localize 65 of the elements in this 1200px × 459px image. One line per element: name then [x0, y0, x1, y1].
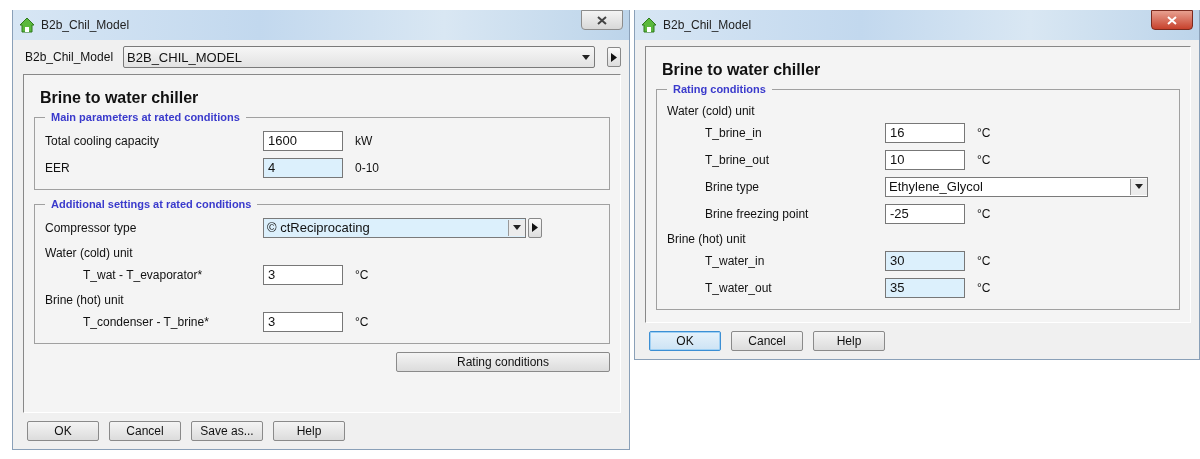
field-label: Total cooling capacity [45, 133, 161, 148]
input-field[interactable]: 35 [885, 277, 965, 298]
dialog-button[interactable]: Help [813, 331, 885, 351]
unit-label: kW [355, 133, 373, 148]
dialog-button[interactable]: Help [273, 421, 345, 441]
input-field[interactable]: 1600 [263, 130, 343, 151]
close-icon [597, 15, 607, 25]
close-button[interactable] [1151, 10, 1193, 30]
unit-label: °C [977, 253, 991, 268]
arrow-button[interactable] [607, 47, 621, 67]
input-field[interactable]: 16 [885, 122, 965, 143]
section-label: Water (cold) unit [667, 103, 756, 119]
dialog-heading: Brine to water chiller [662, 61, 822, 79]
input-field[interactable]: 3 [263, 264, 343, 285]
input-field[interactable]: 30 [885, 250, 965, 271]
field-label: T_brine_out [705, 152, 771, 167]
field-label: Brine freezing point [705, 206, 810, 221]
input-field[interactable]: -25 [885, 203, 965, 224]
input-field[interactable]: 4 [263, 157, 343, 178]
field-label: Brine type [705, 179, 761, 194]
play-icon [611, 52, 617, 62]
input-field[interactable]: 3 [263, 311, 343, 332]
model-dropdown[interactable]: B2B_CHIL_MODEL [123, 46, 595, 68]
field-label: EER [45, 160, 71, 175]
caret-icon [1135, 184, 1143, 189]
unit-label: °C [355, 267, 369, 282]
field-label: Compressor type [45, 220, 138, 235]
dialog-heading: Brine to water chiller [40, 89, 200, 107]
close-button[interactable] [581, 10, 623, 30]
dropdown[interactable]: © ctReciprocating [263, 217, 526, 238]
dialog-button[interactable]: OK [649, 331, 721, 351]
unit-label: °C [977, 206, 991, 221]
close-icon [1167, 15, 1177, 25]
house-icon [641, 17, 657, 33]
group-title: Additional settings at rated conditions [50, 198, 253, 210]
play-icon [532, 223, 538, 232]
arrow-button[interactable] [528, 217, 542, 238]
group-title: Main parameters at rated conditions [50, 111, 241, 123]
field-label: T_brine_in [705, 125, 763, 140]
field-label: T_wat - T_evaporator* [83, 267, 204, 282]
unit-label: °C [977, 125, 991, 140]
caret-icon [513, 225, 521, 230]
dialog-button[interactable]: OK [27, 421, 99, 441]
input-field[interactable]: 10 [885, 149, 965, 170]
field-label: T_water_in [705, 253, 766, 268]
dropdown[interactable]: Ethylene_Glycol [885, 176, 1148, 197]
field-label: T_water_out [705, 280, 773, 295]
field-label: T_condenser - T_brine* [83, 314, 210, 329]
house-icon [19, 17, 35, 33]
dialog-button[interactable]: Cancel [731, 331, 803, 351]
section-label: Water (cold) unit [45, 245, 134, 261]
unit-label: °C [977, 152, 991, 167]
group-title: Rating conditions [672, 83, 767, 95]
unit-label: °C [977, 280, 991, 295]
window-title: B2b_Chil_Model [41, 18, 131, 32]
dialog-button[interactable]: Save as... [191, 421, 263, 441]
window-title: B2b_Chil_Model [663, 18, 753, 32]
dialog-button[interactable]: Cancel [109, 421, 181, 441]
rating-conditions-button[interactable]: Rating conditions [396, 352, 610, 372]
caret-icon [582, 54, 590, 60]
field-label: B2b_Chil_Model [25, 50, 114, 64]
unit-label: °C [355, 314, 369, 329]
section-label: Brine (hot) unit [45, 292, 125, 308]
section-label: Brine (hot) unit [667, 231, 747, 247]
unit-label: 0-10 [355, 160, 380, 175]
